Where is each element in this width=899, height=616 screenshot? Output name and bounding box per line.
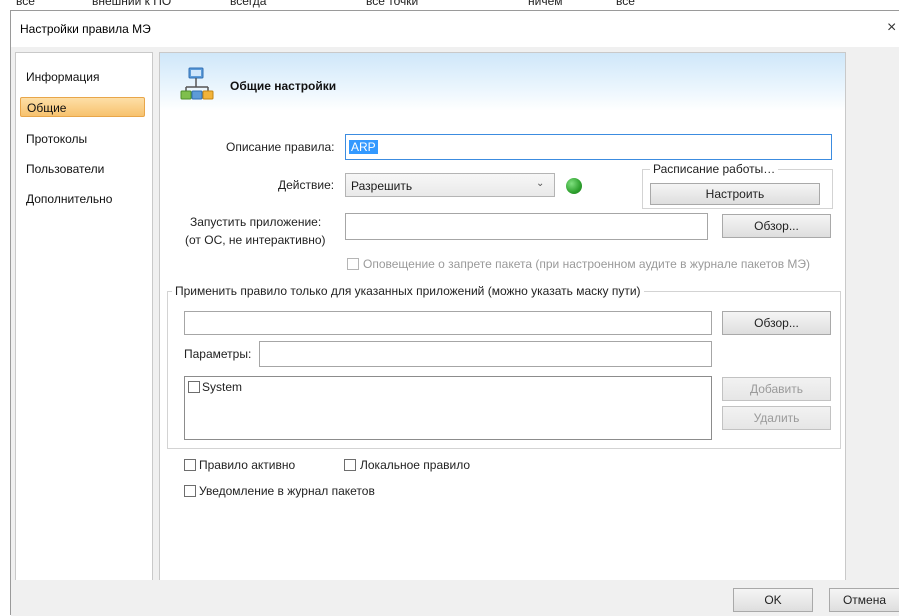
params-input[interactable] (259, 341, 712, 367)
browse-button-2[interactable]: Обзор... (722, 311, 831, 335)
cancel-button[interactable]: Отмена (829, 588, 899, 612)
add-button[interactable]: Добавить (722, 377, 831, 401)
schedule-label: Расписание работы… (650, 162, 779, 176)
background-text: внешний к ПО (92, 0, 172, 8)
delete-button[interactable]: Удалить (722, 406, 831, 430)
chevron-down-icon: ⌄ (536, 178, 545, 189)
title-bar: Настройки правила МЭ × (11, 11, 899, 47)
rule-settings-dialog: Настройки правила МЭ × Информация Общие … (10, 10, 899, 616)
dialog-footer: OK Отмена (11, 580, 899, 616)
log-notify-checkbox[interactable] (184, 485, 196, 497)
dialog-title: Настройки правила МЭ (20, 22, 151, 36)
network-icon (180, 67, 216, 103)
local-rule-checkbox[interactable] (344, 459, 356, 471)
apply-path-input[interactable] (184, 311, 712, 335)
local-rule-label: Локальное правило (360, 458, 471, 472)
sidebar-item-advanced[interactable]: Дополнительно (26, 189, 112, 209)
sidebar-item-users[interactable]: Пользователи (26, 159, 104, 179)
sidebar-item-protocols[interactable]: Протоколы (26, 129, 87, 149)
params-label: Параметры: (184, 347, 252, 361)
rule-active-checkbox[interactable] (184, 459, 196, 471)
background-text: ничем (528, 0, 563, 8)
action-select[interactable]: Разрешить ⌄ (345, 173, 555, 197)
section-title: Общие настройки (230, 79, 337, 93)
notify-block-label: Оповещение о запрете пакета (при настрое… (363, 257, 811, 271)
apply-apps-label: Применить правило только для указанных п… (172, 284, 644, 298)
background-text: все точки (366, 0, 419, 8)
app-list[interactable]: System (184, 376, 712, 440)
sidebar-item-info[interactable]: Информация (26, 67, 99, 87)
browse-button[interactable]: Обзор... (722, 214, 831, 238)
run-app-sublabel: (от ОС, не интерактивно) (185, 233, 326, 247)
notify-block-checkbox[interactable] (347, 258, 359, 270)
close-icon[interactable]: × (887, 19, 899, 37)
background-text: всегда (230, 0, 267, 8)
ok-button[interactable]: OK (733, 588, 813, 612)
configure-button[interactable]: Настроить (650, 183, 820, 205)
description-input[interactable]: ARP (345, 134, 832, 160)
sidebar-item-general[interactable]: Общие (20, 97, 145, 117)
background-text: все (16, 0, 35, 8)
description-label: Описание правила: (226, 140, 335, 154)
app-list-checkbox[interactable] (188, 381, 200, 393)
background-text: все (616, 0, 635, 8)
section-header: Общие настройки (160, 53, 845, 111)
status-indicator-icon (566, 178, 582, 194)
action-value: Разрешить (351, 179, 413, 193)
run-app-label: Запустить приложение: (190, 215, 322, 229)
list-item[interactable]: System (202, 380, 242, 394)
log-notify-label: Уведомление в журнал пакетов (199, 484, 375, 498)
general-settings-panel: Общие настройки Описание правила: ARP Де… (159, 52, 846, 590)
rule-active-label: Правило активно (199, 458, 296, 472)
description-value: ARP (349, 140, 378, 154)
sidebar: Информация Общие Протоколы Пользователи … (15, 52, 153, 590)
action-label: Действие: (278, 178, 335, 192)
run-app-input[interactable] (345, 213, 708, 240)
